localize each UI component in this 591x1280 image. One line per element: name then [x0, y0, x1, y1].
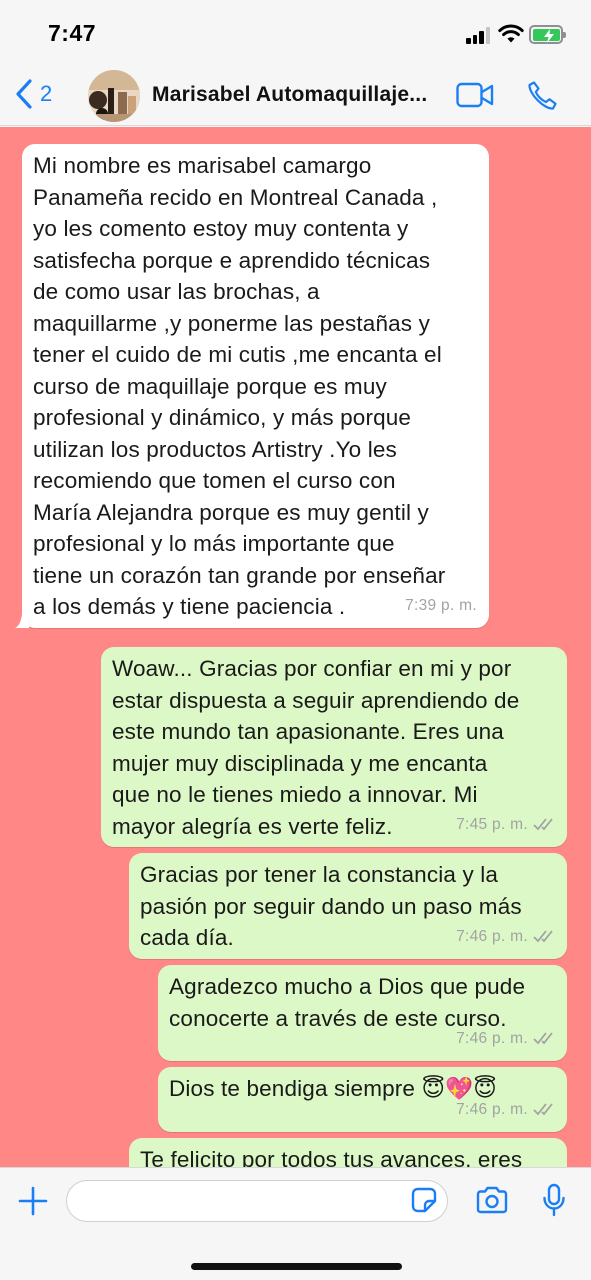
cellular-signal-icon [466, 26, 490, 44]
message-outgoing[interactable]: Gracias por tener la constancia y la pas… [129, 853, 567, 959]
message-time: 7:45 p. m. [456, 809, 555, 841]
message-outgoing[interactable]: Woaw... Gracias por confiar en mi y por … [101, 647, 567, 847]
chat-header: 2 Marisabel Automaquillaje... [0, 66, 591, 126]
avatar[interactable] [88, 70, 140, 122]
chevron-left-icon [16, 79, 32, 109]
message-text: Mi nombre es marisabel camargo Panameña … [33, 153, 446, 619]
double-check-icon [533, 1103, 553, 1116]
message-outgoing[interactable]: Agradezco mucho a Dios que pude conocert… [158, 965, 567, 1061]
plus-icon[interactable] [18, 1186, 48, 1216]
message-incoming[interactable]: Mi nombre es marisabel camargo Panameña … [15, 144, 489, 628]
video-camera-icon[interactable] [456, 82, 494, 108]
message-outgoing[interactable]: Dios te bendiga siempre 😇💖😇 7:46 p. m. [158, 1067, 567, 1132]
message-time: 7:39 p. m. [405, 596, 477, 614]
message-input[interactable] [66, 1180, 448, 1222]
double-check-icon [533, 818, 553, 831]
message-text-field[interactable] [81, 1181, 411, 1219]
message-time: 7:46 p. m. [456, 1023, 555, 1055]
double-check-icon [533, 1032, 553, 1045]
phone-icon[interactable] [526, 80, 558, 112]
chat-messages[interactable]: Mi nombre es marisabel camargo Panameña … [0, 127, 591, 1167]
bubble-tail [15, 614, 29, 628]
battery-icon [529, 25, 566, 44]
message-time: 7:46 p. m. [456, 1094, 555, 1126]
message-time: 7:46 p. m. [456, 921, 555, 953]
back-button[interactable]: 2 [14, 78, 52, 110]
unread-count: 2 [40, 81, 53, 106]
wifi-icon [498, 24, 524, 43]
sticker-icon[interactable] [410, 1186, 438, 1214]
message-input-bar [0, 1167, 591, 1280]
status-time: 7:47 [48, 20, 97, 46]
status-bar: 7:47 [0, 0, 591, 66]
message-outgoing[interactable]: Te felicito por todos tus avances, eres [129, 1138, 567, 1167]
double-check-icon [533, 930, 553, 943]
camera-icon[interactable] [475, 1186, 509, 1214]
message-text: Te felicito por todos tus avances, eres [140, 1147, 523, 1167]
microphone-icon[interactable] [542, 1183, 566, 1217]
home-indicator [191, 1263, 402, 1270]
chat-title[interactable]: Marisabel Automaquillaje... [152, 83, 442, 107]
